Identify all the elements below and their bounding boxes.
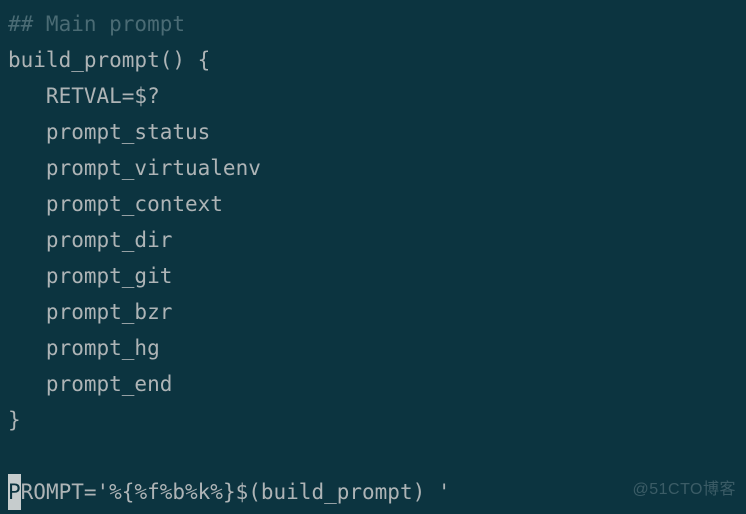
code-line: prompt_status [8, 120, 210, 144]
code-line: PROMPT='%{%f%b%k%}$(build_prompt) ' [8, 480, 451, 504]
code-line: build_prompt() { [8, 48, 210, 72]
code-line: prompt_context [8, 192, 223, 216]
code-block: ## Main prompt build_prompt() { RETVAL=$… [0, 0, 746, 510]
code-line-comment: ## Main prompt [8, 12, 185, 36]
cursor-block-icon: P [8, 474, 21, 510]
code-line: prompt_git [8, 264, 172, 288]
code-line: prompt_bzr [8, 300, 172, 324]
code-line-rest: ROMPT='%{%f%b%k%}$(build_prompt) ' [21, 480, 451, 504]
code-line: prompt_virtualenv [8, 156, 261, 180]
code-line: } [8, 408, 21, 432]
code-line: prompt_end [8, 372, 172, 396]
code-line: prompt_dir [8, 228, 172, 252]
watermark-label: @51CTO博客 [632, 472, 736, 508]
code-line: prompt_hg [8, 336, 160, 360]
code-line: RETVAL=$? [8, 84, 160, 108]
